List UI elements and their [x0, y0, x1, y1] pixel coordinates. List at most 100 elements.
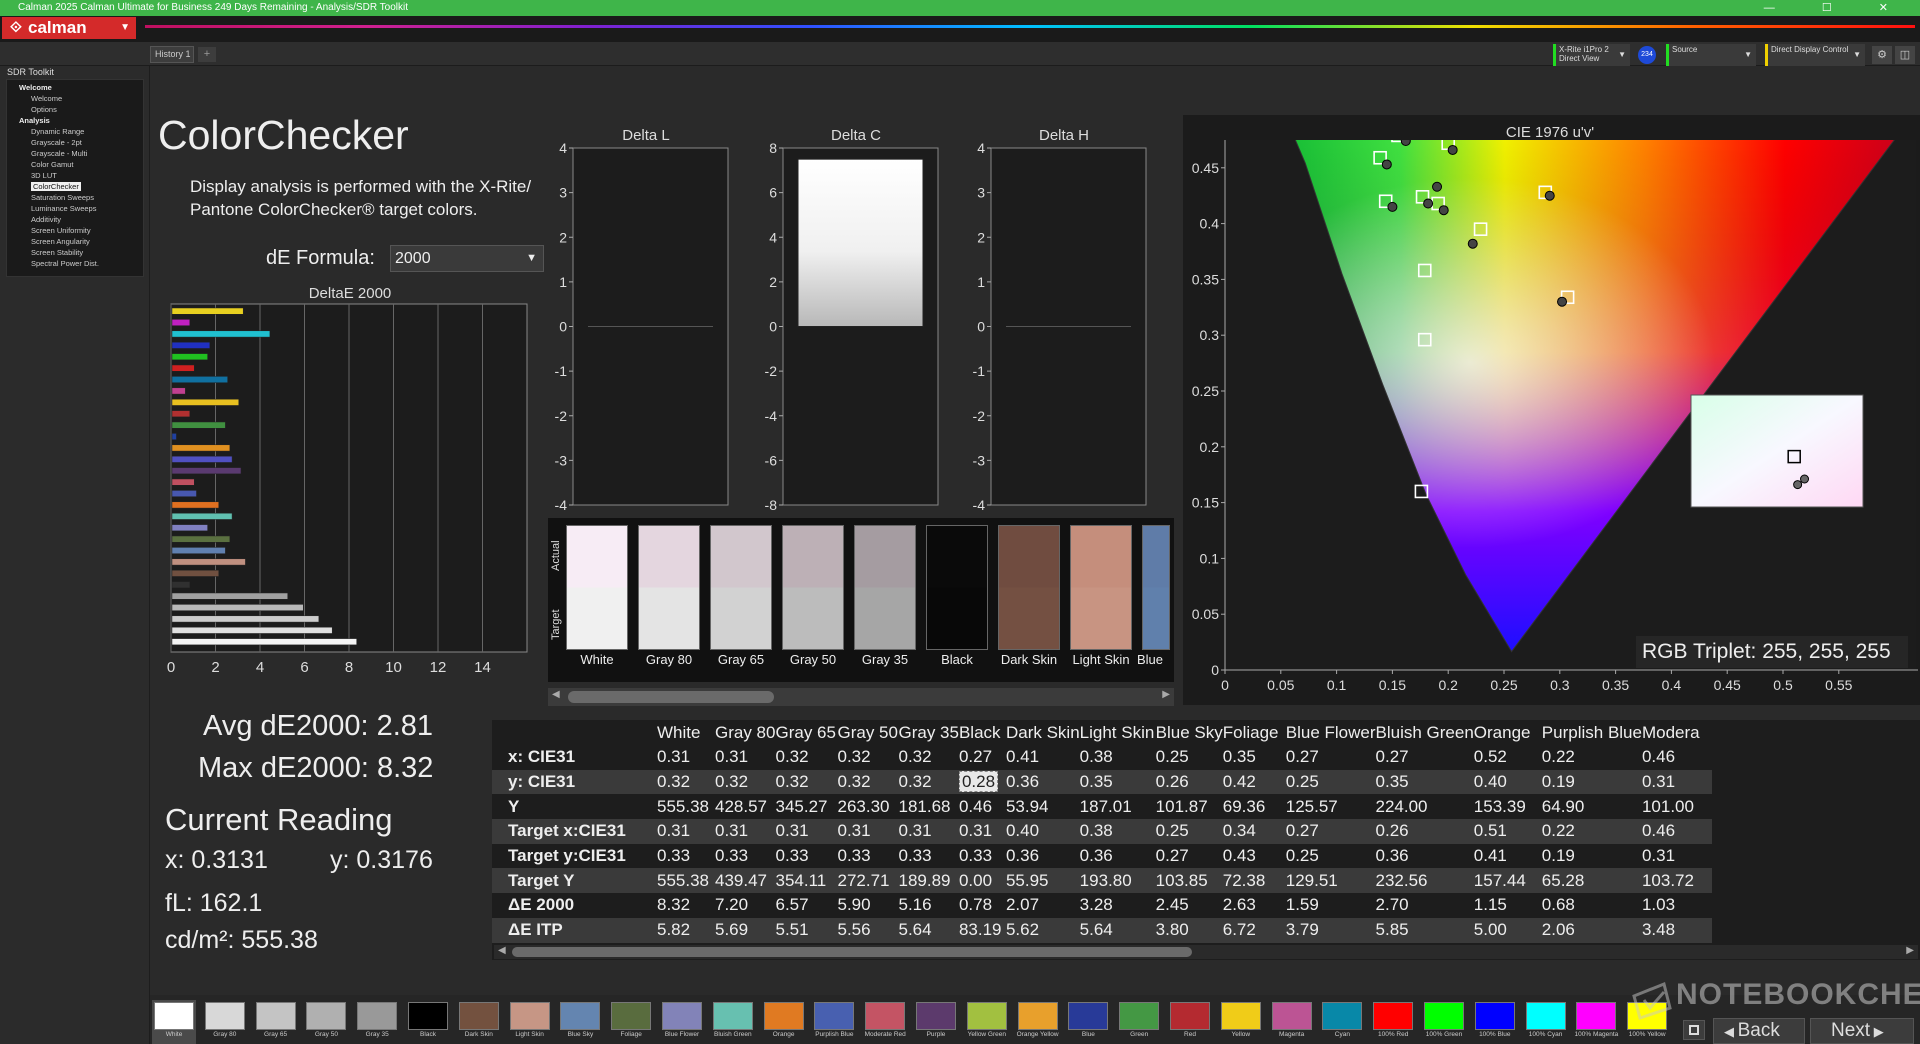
- patch-button[interactable]: 100% Blue: [1473, 1000, 1517, 1044]
- patch-button[interactable]: Black: [406, 1000, 450, 1044]
- layout-icon[interactable]: ◫: [1895, 46, 1915, 64]
- column-header[interactable]: Gray 80: [715, 720, 775, 745]
- color-bar: [145, 25, 1915, 28]
- patch-button[interactable]: Blue Sky: [558, 1000, 602, 1044]
- table-cell: 129.51: [1285, 870, 1338, 890]
- selected-cell[interactable]: 0.28: [958, 771, 999, 793]
- y-tick-label: -1: [555, 363, 568, 379]
- patch-button[interactable]: Orange: [762, 1000, 806, 1044]
- table-cell: 0.43: [1222, 846, 1256, 866]
- patch-button[interactable]: 100% Red: [1371, 1000, 1415, 1044]
- current-reading-title: Current Reading: [165, 802, 393, 837]
- patch-button[interactable]: Yellow: [1219, 1000, 1263, 1044]
- column-header[interactable]: Modera: [1642, 720, 1712, 745]
- tree-item[interactable]: 3D LUT: [31, 171, 57, 180]
- patch-button[interactable]: Green: [1117, 1000, 1161, 1044]
- tree-item[interactable]: Additivity: [31, 215, 61, 224]
- column-header[interactable]: Bluish Green: [1376, 720, 1474, 745]
- patch-button[interactable]: Purple: [914, 1000, 958, 1044]
- patch-button[interactable]: 100% Magenta: [1574, 1000, 1618, 1044]
- display-selector[interactable]: Direct Display Control ▼: [1765, 44, 1865, 66]
- column-header[interactable]: Purplish Blue: [1542, 720, 1642, 745]
- swatch-label: White: [580, 652, 614, 667]
- patch-button[interactable]: Moderate Red: [863, 1000, 907, 1044]
- scroll-left-icon[interactable]: ◀: [552, 689, 560, 700]
- de-formula-select[interactable]: 2000 ▼: [390, 245, 544, 272]
- tab-history-1[interactable]: History 1: [150, 46, 194, 63]
- patch-color: [763, 1002, 804, 1030]
- swatch-label: Gray 50: [789, 652, 837, 667]
- scroll-right-icon[interactable]: ▶: [1162, 689, 1170, 700]
- patch-button[interactable]: Magenta: [1270, 1000, 1314, 1044]
- tree-section[interactable]: Welcome: [19, 83, 52, 92]
- column-header[interactable]: Blue Flower: [1286, 720, 1376, 745]
- column-header[interactable]: White: [657, 720, 715, 745]
- patch-button[interactable]: 100% Cyan: [1524, 1000, 1568, 1044]
- meter-badge[interactable]: 234: [1638, 46, 1656, 64]
- patch-button[interactable]: Gray 65: [254, 1000, 298, 1044]
- patch-button[interactable]: Yellow Green: [965, 1000, 1009, 1044]
- column-header[interactable]: Orange: [1474, 720, 1542, 745]
- tree-item[interactable]: Screen Angularity: [31, 237, 90, 246]
- table-cell: 5.69: [715, 920, 749, 940]
- column-header[interactable]: Black: [959, 720, 1006, 745]
- patch-button[interactable]: Dark Skin: [457, 1000, 501, 1044]
- patch-button[interactable]: Cyan: [1320, 1000, 1364, 1044]
- tree-item[interactable]: Spectral Power Dist.: [31, 259, 99, 268]
- column-header[interactable]: Gray 65: [775, 720, 837, 745]
- scroll-right-icon[interactable]: ▶: [1906, 945, 1914, 956]
- patch-button[interactable]: Foliage: [609, 1000, 653, 1044]
- tree-item[interactable]: Luminance Sweeps: [31, 204, 96, 213]
- tree-item[interactable]: Grayscale - Multi: [31, 149, 87, 158]
- patch-button[interactable]: Purplish Blue: [812, 1000, 856, 1044]
- tree-item[interactable]: Dynamic Range: [31, 127, 84, 136]
- tree-item[interactable]: Welcome: [31, 94, 62, 103]
- calman-logo-button[interactable]: ⟐ calman ▼: [2, 17, 136, 39]
- patch-button[interactable]: Light Skin: [508, 1000, 552, 1044]
- table-scrollbar[interactable]: ◀ ▶: [494, 945, 1918, 959]
- tree-item[interactable]: Screen Stability: [31, 248, 83, 257]
- scrollbar-thumb[interactable]: [568, 691, 774, 703]
- patch-button[interactable]: Orange Yellow: [1016, 1000, 1060, 1044]
- tree-item[interactable]: Color Gamut: [31, 160, 74, 169]
- tree-item[interactable]: Screen Uniformity: [31, 226, 91, 235]
- meter-selector[interactable]: X-Rite i1Pro 2 Direct View ▼: [1553, 44, 1630, 66]
- swatch-scrollbar[interactable]: ◀ ▶: [548, 688, 1174, 706]
- column-header[interactable]: Foliage: [1223, 720, 1286, 745]
- inset-measured-point: [1793, 480, 1803, 490]
- back-button[interactable]: ◀ Back: [1713, 1018, 1805, 1044]
- column-header[interactable]: Dark Skin: [1006, 720, 1080, 745]
- column-header[interactable]: Blue Sky: [1156, 720, 1223, 745]
- column-header[interactable]: Gray 35: [898, 720, 958, 745]
- next-button[interactable]: Next ▶: [1810, 1018, 1914, 1044]
- source-selector[interactable]: Source ▼: [1666, 44, 1756, 66]
- column-header[interactable]: Light Skin: [1080, 720, 1156, 745]
- patch-button[interactable]: Red: [1168, 1000, 1212, 1044]
- y-tick-label: 4: [769, 229, 777, 245]
- tree-item[interactable]: Saturation Sweeps: [31, 193, 94, 202]
- measured-point: [1557, 296, 1568, 307]
- tree-item[interactable]: Grayscale - 2pt: [31, 138, 82, 147]
- settings-icon[interactable]: ⚙: [1872, 46, 1892, 64]
- patch-button[interactable]: White: [152, 1000, 196, 1044]
- patch-button[interactable]: Gray 50: [304, 1000, 348, 1044]
- patch-label: Gray 80: [213, 1031, 237, 1038]
- window-controls[interactable]: — ☐ ✕: [1764, 0, 1910, 16]
- patch-button[interactable]: 100% Green: [1422, 1000, 1466, 1044]
- patch-button[interactable]: Bluish Green: [711, 1000, 755, 1044]
- tree-section[interactable]: Analysis: [19, 116, 50, 125]
- patch-button[interactable]: Gray 80: [203, 1000, 247, 1044]
- color-swatch: [566, 525, 628, 650]
- patch-button[interactable]: Blue Flower: [660, 1000, 704, 1044]
- scrollbar-thumb[interactable]: [512, 947, 1192, 957]
- column-header[interactable]: Gray 50: [837, 720, 898, 745]
- table-cell[interactable]: 0.28: [958, 770, 1006, 795]
- stop-icon[interactable]: [1683, 1020, 1705, 1040]
- add-tab-button[interactable]: +: [198, 47, 216, 62]
- patch-button[interactable]: Gray 35: [355, 1000, 399, 1044]
- tree-item[interactable]: Options: [31, 105, 57, 114]
- tree-item[interactable]: ColorChecker: [31, 182, 81, 191]
- measured-point: [1438, 205, 1449, 216]
- scroll-left-icon[interactable]: ◀: [498, 945, 506, 956]
- patch-button[interactable]: Blue: [1066, 1000, 1110, 1044]
